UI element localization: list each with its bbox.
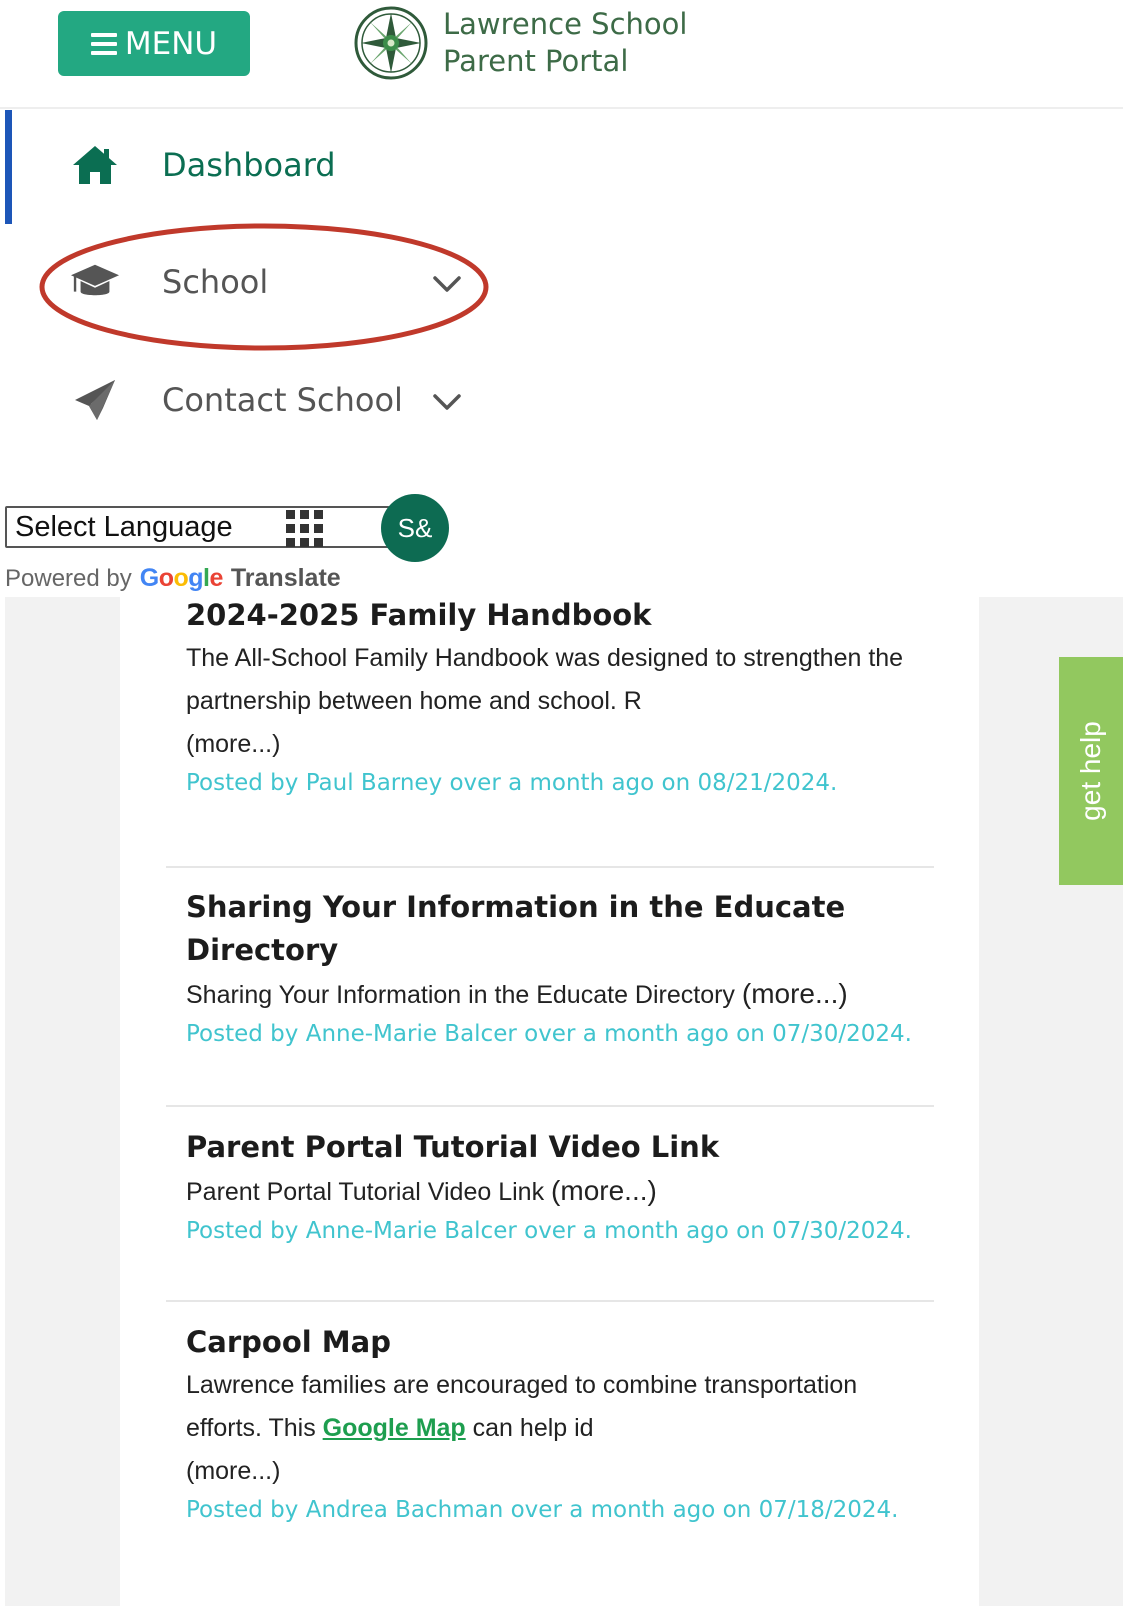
menu-button-label: MENU xyxy=(124,25,218,62)
post-carpool-map: Carpool Map Lawrence families are encour… xyxy=(186,1321,926,1527)
post-divider xyxy=(166,1300,934,1302)
highlight-circle-annotation xyxy=(39,223,489,351)
hamburger-icon xyxy=(90,32,117,55)
post-title[interactable]: Parent Portal Tutorial Video Link xyxy=(186,1126,926,1169)
school-compass-logo-icon xyxy=(354,6,428,80)
post-excerpt: The All-School Family Handbook was desig… xyxy=(186,644,904,758)
post-divider xyxy=(166,866,934,868)
post-meta: Posted by Anne-Marie Balcer over a month… xyxy=(186,1218,912,1244)
post-meta: Posted by Paul Barney over a month ago o… xyxy=(186,770,838,796)
nav-item-contact-school[interactable]: Contact School xyxy=(70,370,461,430)
post-excerpt: Lawrence families are encouraged to comb… xyxy=(186,1371,858,1485)
post-title[interactable]: Sharing Your Information in the Educate … xyxy=(186,886,926,972)
nav-item-label: Dashboard xyxy=(162,146,336,184)
get-help-tab[interactable]: get help xyxy=(1059,657,1123,885)
powered-by-google-translate: Powered by Google Translate xyxy=(5,564,341,593)
google-logo: Google xyxy=(139,564,224,592)
post-title[interactable]: Carpool Map xyxy=(186,1321,926,1364)
active-nav-indicator xyxy=(5,110,12,224)
parent-portal-page: MENU Lawrence School Parent Portal Dashb… xyxy=(0,0,1123,1606)
brand-text: Lawrence School Parent Portal xyxy=(443,6,687,80)
post-educate-directory: Sharing Your Information in the Educate … xyxy=(186,886,926,1051)
post-excerpt: Parent Portal Tutorial Video Link (more.… xyxy=(186,1175,657,1206)
post-meta: Posted by Andrea Bachman over a month ag… xyxy=(186,1497,899,1523)
post-divider xyxy=(166,1105,934,1107)
accessibility-badge[interactable]: S& xyxy=(381,494,449,562)
paper-plane-icon xyxy=(70,375,120,425)
language-select-label: Select Language xyxy=(15,510,233,543)
brand-line-2: Parent Portal xyxy=(443,44,629,78)
header-divider xyxy=(0,107,1123,109)
nav-item-label: Contact School xyxy=(162,381,403,419)
chevron-down-icon[interactable] xyxy=(432,392,462,412)
language-select[interactable]: Select Language xyxy=(5,506,390,548)
post-tutorial-video: Parent Portal Tutorial Video Link Parent… xyxy=(186,1126,926,1248)
more-link[interactable]: (more...) xyxy=(742,978,848,1009)
more-link[interactable]: (more...) xyxy=(551,1175,657,1206)
get-help-label: get help xyxy=(1075,721,1107,821)
home-icon xyxy=(70,140,120,190)
translate-link[interactable]: Translate xyxy=(231,564,341,593)
nav-item-dashboard[interactable]: Dashboard xyxy=(70,135,336,195)
post-meta: Posted by Anne-Marie Balcer over a month… xyxy=(186,1021,912,1047)
post-family-handbook: 2024-2025 Family Handbook The All-School… xyxy=(186,594,926,800)
more-link[interactable]: (more...) xyxy=(186,1457,280,1485)
post-title[interactable]: 2024-2025 Family Handbook xyxy=(186,594,926,637)
brand[interactable]: Lawrence School Parent Portal xyxy=(353,4,687,82)
menu-button[interactable]: MENU xyxy=(58,11,250,76)
brand-line-1: Lawrence School xyxy=(443,7,688,41)
grid-icon xyxy=(286,510,323,547)
post-excerpt: Sharing Your Information in the Educate … xyxy=(186,978,848,1009)
more-link[interactable]: (more...) xyxy=(186,730,280,758)
google-map-link[interactable]: Google Map xyxy=(323,1414,466,1442)
powered-by-text: Powered by xyxy=(5,565,132,592)
